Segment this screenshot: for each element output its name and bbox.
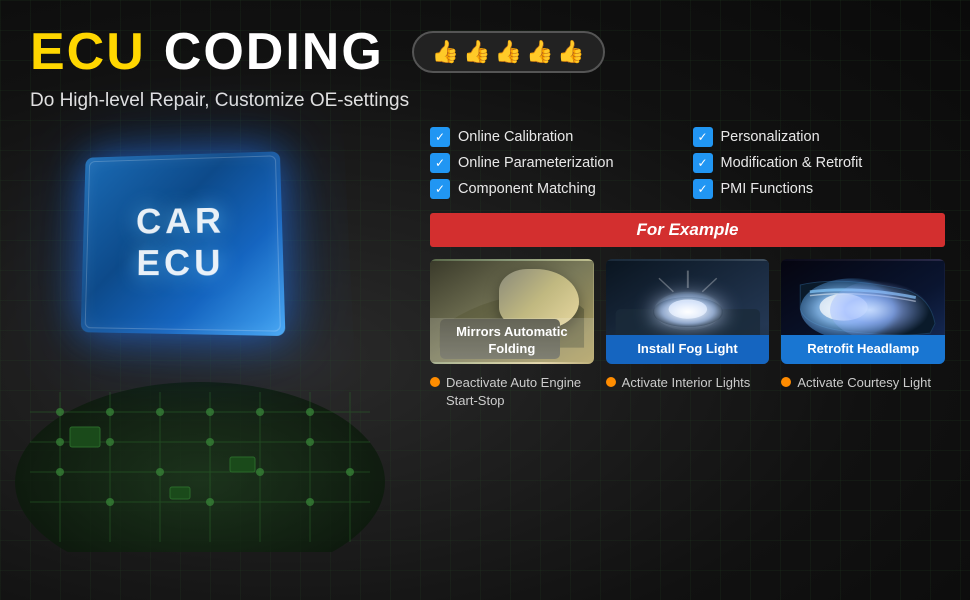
check-icon-3: ✓ [693,153,713,173]
circuit-board-svg [10,332,390,552]
feature-label-5: PMI Functions [721,181,814,197]
check-icon-2: ✓ [430,153,450,173]
feature-label-0: Online Calibration [458,129,573,145]
title-coding: CODING [164,22,384,82]
right-panel: ✓ Online Calibration ✓ Personalization ✓… [420,122,970,572]
card-label-headlamp: Retrofit Headlamp [781,335,945,364]
example-cards: Mirrors Automatic Folding [430,259,945,364]
feature-label-1: Personalization [721,129,820,145]
dot-orange-2 [781,377,791,387]
feature-item-3: ✓ Modification & Retrofit [693,153,946,173]
feature-item-1: ✓ Personalization [693,127,946,147]
dot-orange-1 [606,377,616,387]
bottom-item-1: Activate Interior Lights [606,374,770,410]
main-content: CAR ECU ✓ Online Calibration ✓ Personali… [0,122,970,572]
feature-label-4: Component Matching [458,181,596,197]
title-ecu: ECU [30,22,146,82]
feature-label-3: Modification & Retrofit [721,155,863,171]
example-card-fog: Install Fog Light [606,259,770,364]
check-icon-5: ✓ [693,179,713,199]
header: ECU CODING 👍 👍 👍 👍 👍 [0,0,970,82]
feature-item-4: ✓ Component Matching [430,179,683,199]
left-panel: CAR ECU [0,122,420,572]
dot-orange-0 [430,377,440,387]
bottom-items: Deactivate Auto Engine Start-Stop Activa… [430,374,945,410]
example-card-headlamp: Retrofit Headlamp [781,259,945,364]
feature-item-2: ✓ Online Parameterization [430,153,683,173]
thumb-5-icon: 👍 [557,39,584,65]
card-label-fog: Install Fog Light [606,335,770,364]
ecu-chip-text-car: CAR [136,200,226,243]
check-icon-1: ✓ [693,127,713,147]
thumb-3-icon: 👍 [495,39,522,65]
bottom-item-text-0: Deactivate Auto Engine Start-Stop [446,374,594,410]
example-card-mirrors: Mirrors Automatic Folding [430,259,594,364]
ecu-chip-text-ecu: ECU [136,242,225,285]
thumb-4-icon: 👍 [526,39,553,65]
thumbs-badge: 👍 👍 👍 👍 👍 [412,31,605,73]
bottom-item-2: Activate Courtesy Light [781,374,945,410]
thumb-1-icon: 👍 [432,39,459,65]
feature-item-5: ✓ PMI Functions [693,179,946,199]
feature-label-2: Online Parameterization [458,155,614,171]
bottom-item-0: Deactivate Auto Engine Start-Stop [430,374,594,410]
subtitle: Do High-level Repair, Customize OE-setti… [0,82,970,112]
for-example-text: For Example [636,220,738,239]
check-icon-0: ✓ [430,127,450,147]
thumb-2-icon: 👍 [463,39,490,65]
for-example-banner: For Example [430,213,945,247]
ecu-chip: CAR ECU [81,151,286,336]
card-label-mirrors: Mirrors Automatic Folding [430,318,594,364]
features-grid: ✓ Online Calibration ✓ Personalization ✓… [430,127,945,199]
bottom-item-text-1: Activate Interior Lights [622,374,751,392]
feature-item-0: ✓ Online Calibration [430,127,683,147]
check-icon-4: ✓ [430,179,450,199]
bottom-item-text-2: Activate Courtesy Light [797,374,931,392]
